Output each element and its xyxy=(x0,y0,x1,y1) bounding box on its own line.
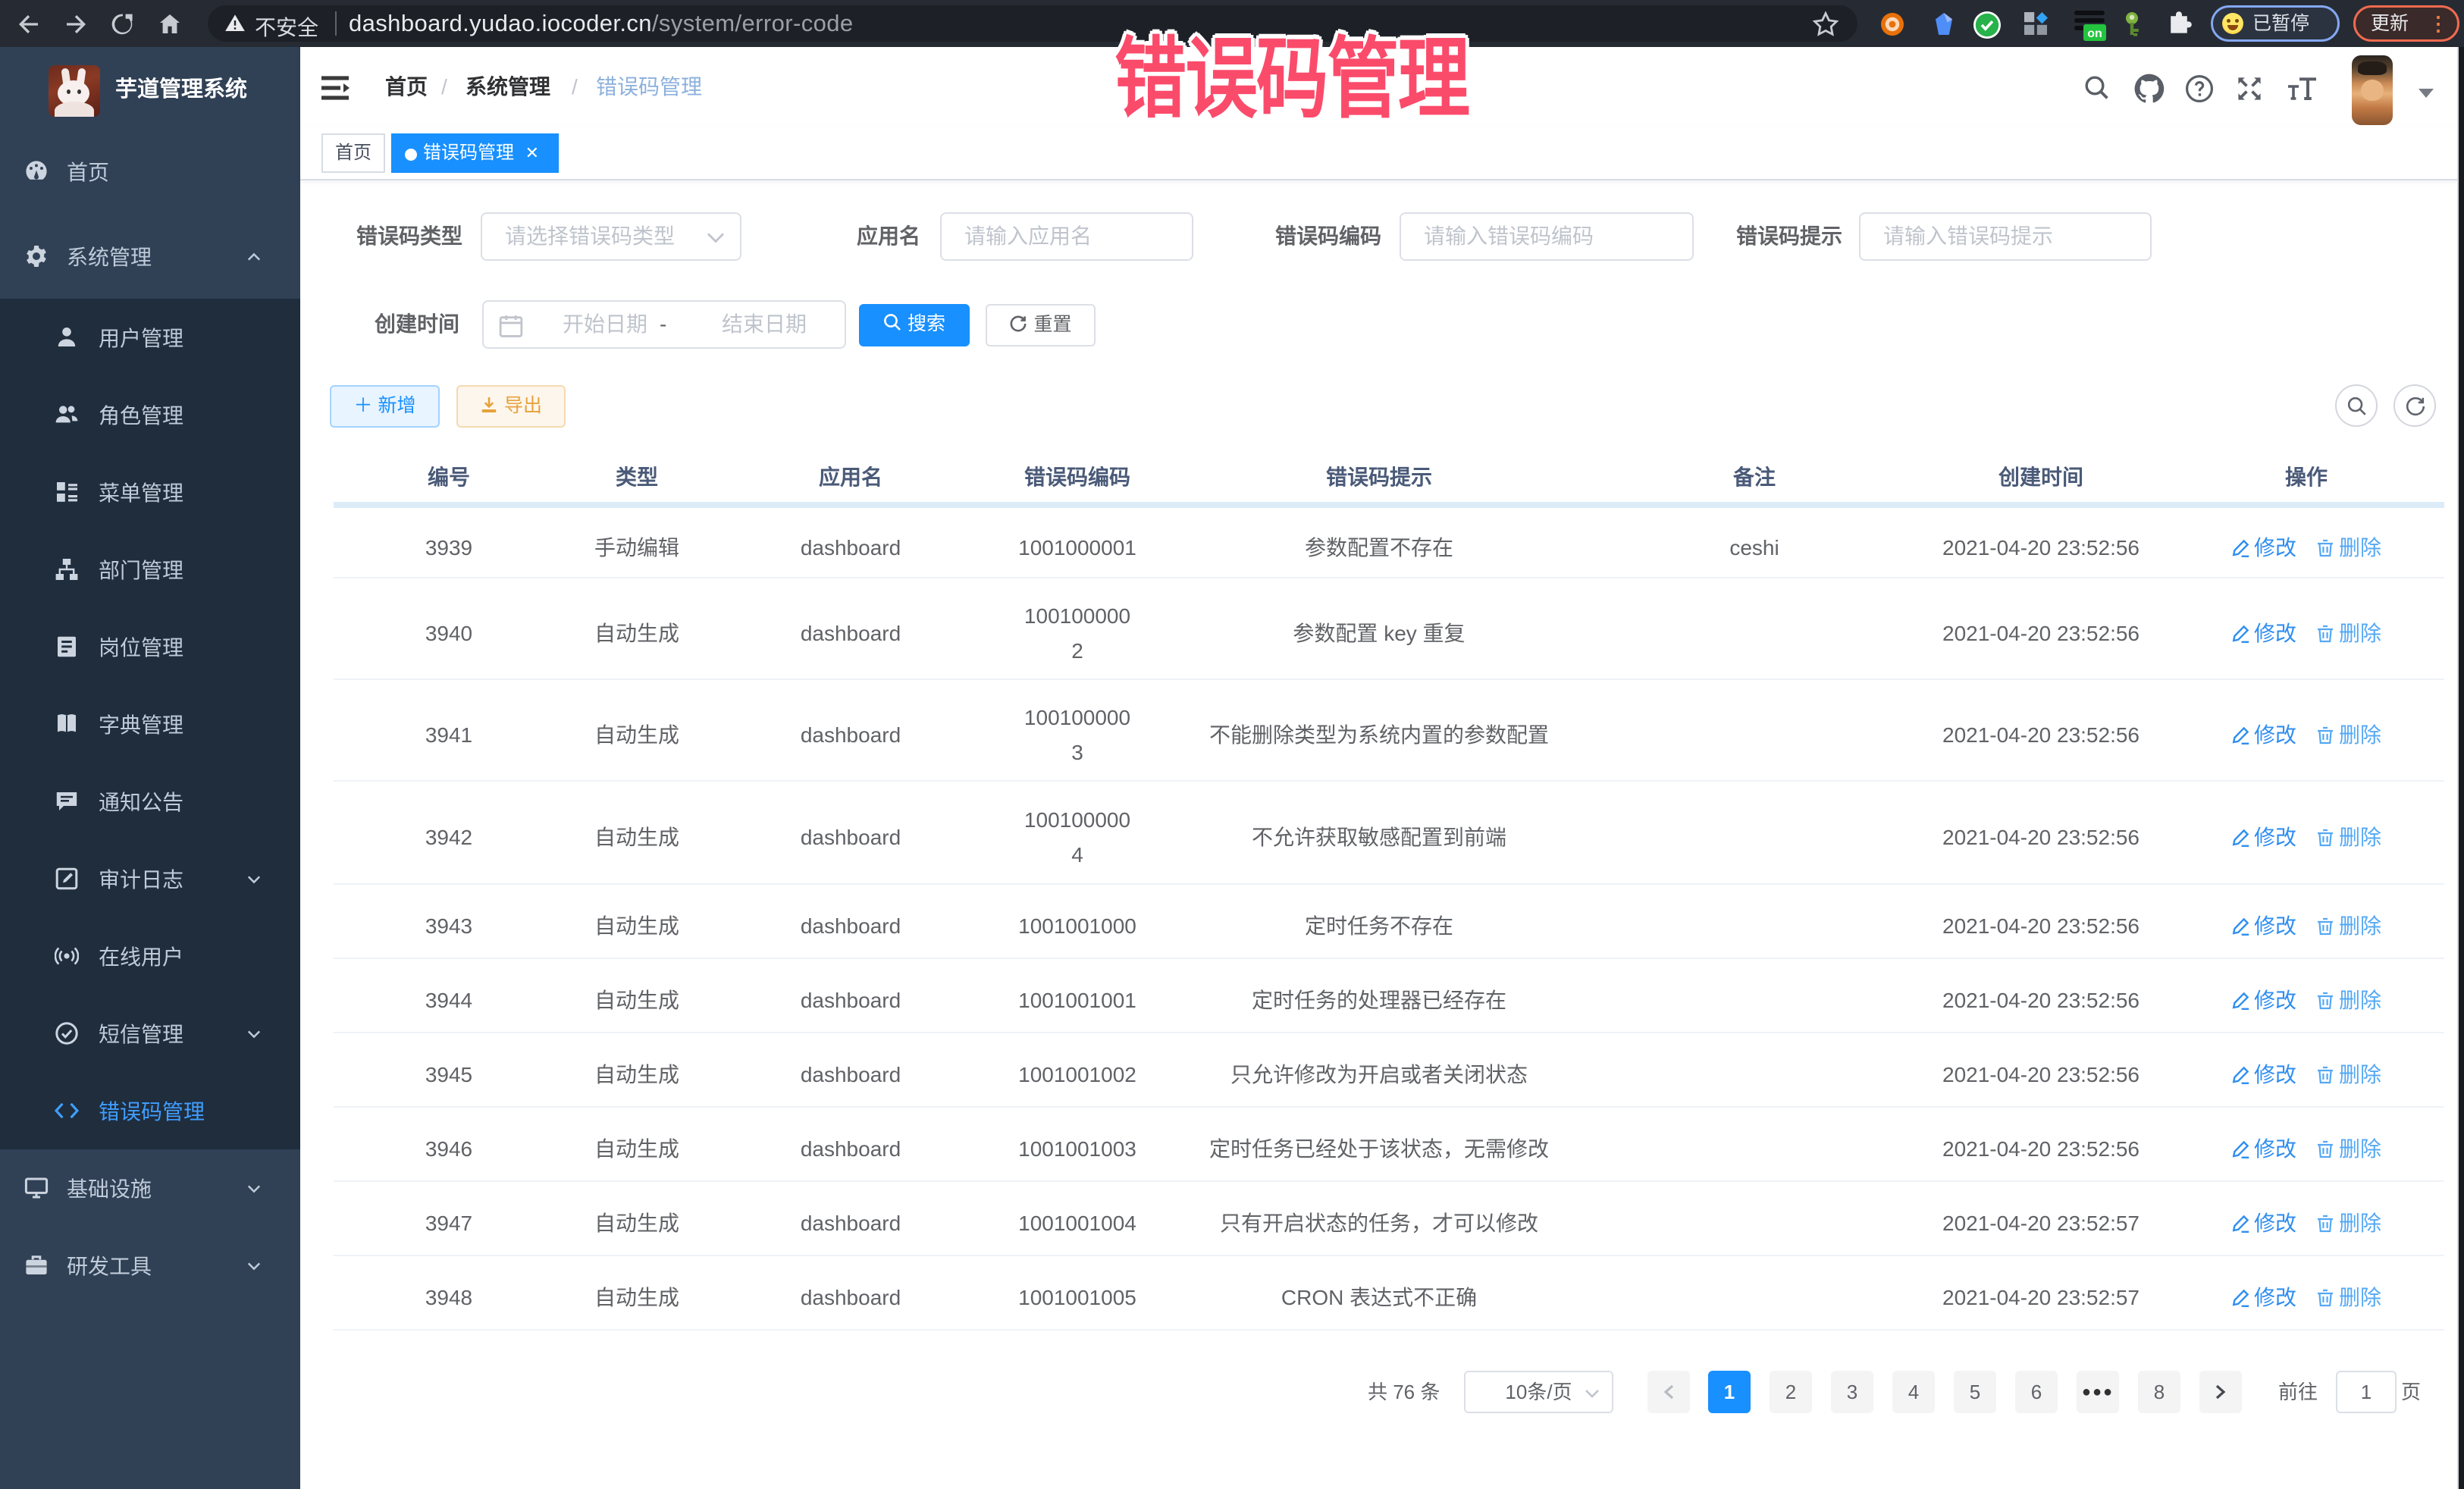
svg-text:on: on xyxy=(2087,27,2102,40)
